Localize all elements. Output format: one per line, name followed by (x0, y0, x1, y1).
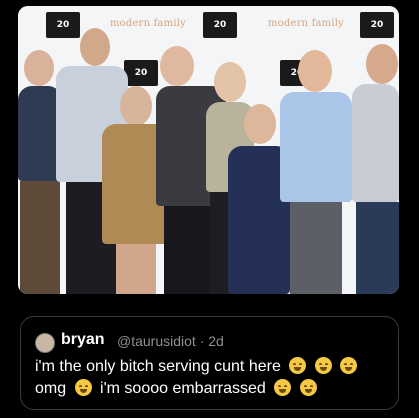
tear-smile-emoji-icon (299, 379, 317, 396)
event-photo[interactable]: 20 modern family 20 modern family 20 20 … (18, 6, 399, 294)
fox-logo: 20 (124, 60, 158, 86)
show-logo-text: modern family (268, 18, 345, 29)
tear-smile-emoji-icon (289, 357, 307, 374)
handle-and-timestamp: @taurusidiot · 2d (117, 333, 224, 349)
tear-smile-emoji-icon (340, 357, 358, 374)
show-logo-text: modern family (110, 18, 187, 29)
tear-smile-emoji-icon (314, 357, 332, 374)
quoted-post-card[interactable]: bryan @taurusidiot · 2d i'm the only bit… (20, 316, 399, 410)
fox-logo: 20 (203, 12, 237, 38)
fox-logo: 20 (360, 12, 394, 38)
tear-smile-emoji-icon (274, 379, 292, 396)
display-name[interactable]: bryan (61, 331, 105, 349)
tear-smile-emoji-icon (74, 379, 92, 396)
post-text-a: omg (35, 380, 67, 397)
post-text-line-2: omg i'm soooo embarrassed (35, 379, 317, 398)
avatar[interactable] (35, 333, 55, 353)
fox-logo: 20 (46, 12, 80, 38)
post-text-b: i'm soooo embarrassed (100, 380, 266, 397)
post-text-line-1: i'm the only bitch serving cunt here (35, 357, 358, 376)
post-text: i'm the only bitch serving cunt here (35, 358, 281, 375)
